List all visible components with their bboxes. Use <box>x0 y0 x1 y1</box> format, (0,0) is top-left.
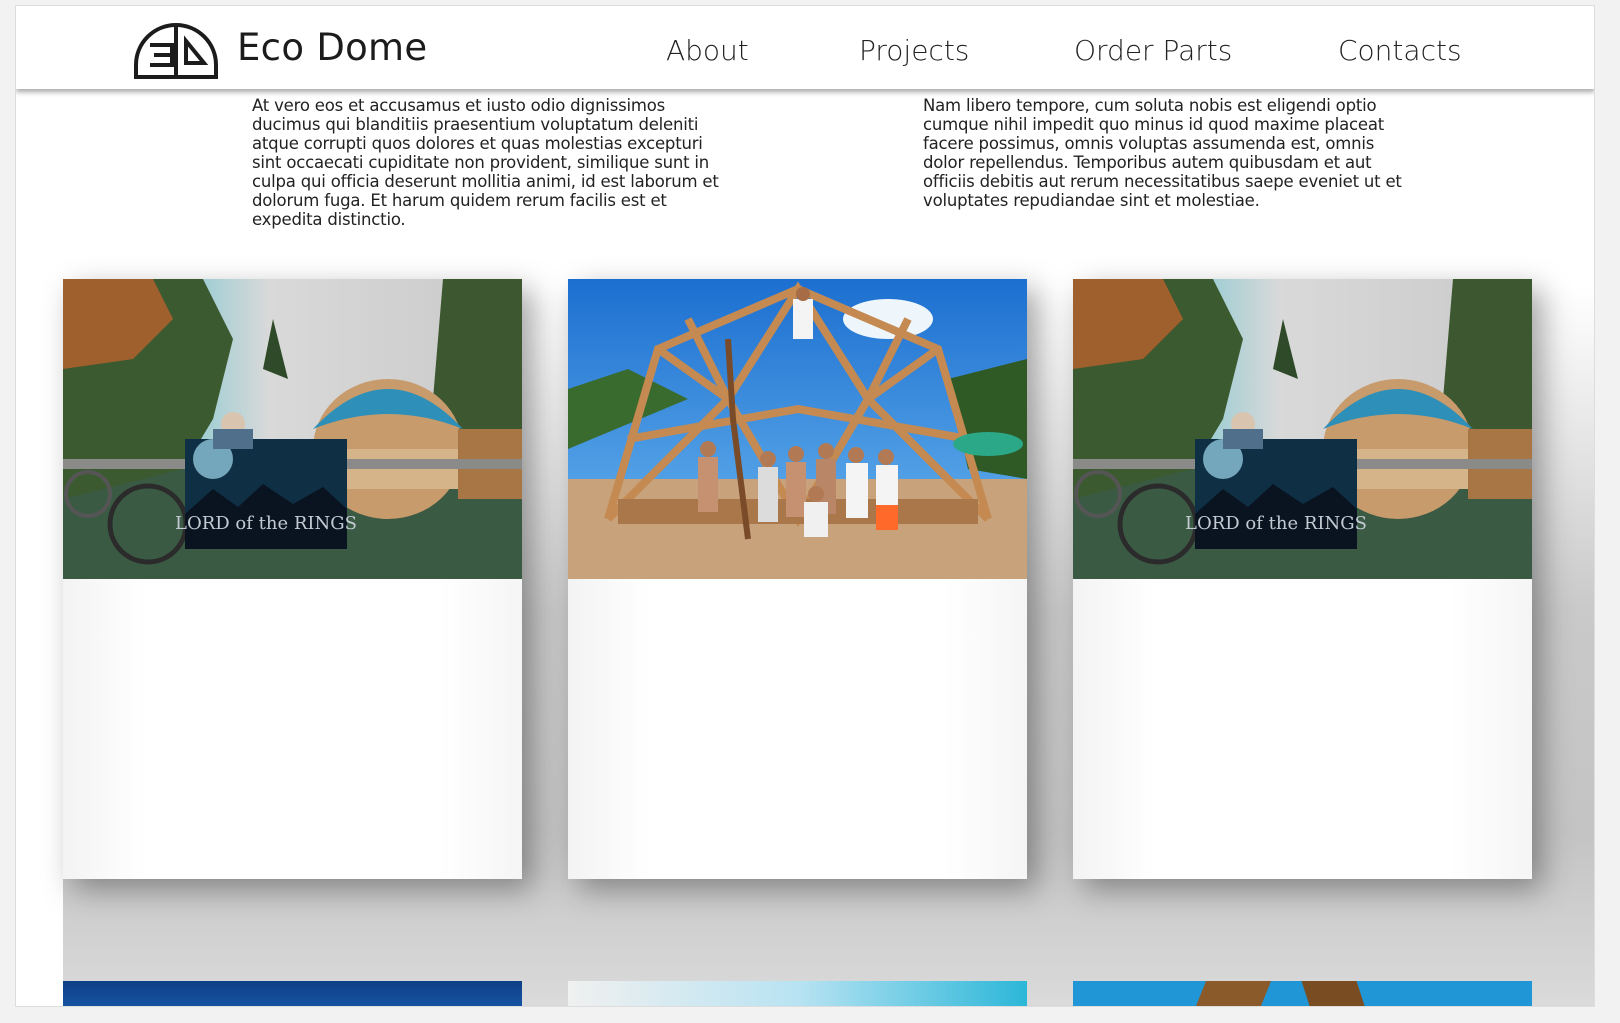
gallery-card[interactable]: LORD of the RINGS <box>1073 279 1532 879</box>
gallery-card[interactable]: LORD of the RINGS <box>63 279 522 879</box>
site-header: Eco Dome About Projects Order Parts Cont… <box>16 6 1594 89</box>
eco-dome-logo-icon[interactable] <box>132 21 220 79</box>
dome-festival-photo[interactable]: LORD of the RINGS <box>63 279 522 579</box>
nav-order-parts[interactable]: Order Parts <box>1074 34 1232 67</box>
intro-text-right: Nam libero tempore, cum soluta nobis est… <box>923 96 1402 210</box>
dome-construction-team-photo[interactable] <box>568 279 1027 579</box>
card-body <box>568 579 1027 879</box>
brand-name[interactable]: Eco Dome <box>237 26 427 69</box>
sign-text: LORD of the RINGS <box>175 513 357 534</box>
intro-text-left: At vero eos et accusamus et iusto odio d… <box>252 96 719 229</box>
gallery-card-image[interactable] <box>568 981 1027 1006</box>
nav-projects[interactable]: Projects <box>859 34 969 67</box>
browser-viewport: Eco Dome About Projects Order Parts Cont… <box>15 5 1595 1007</box>
sign-text: LORD of the RINGS <box>1185 513 1367 534</box>
gallery-card-image[interactable] <box>63 981 522 1006</box>
nav-contacts[interactable]: Contacts <box>1338 34 1462 67</box>
card-body <box>1073 579 1532 879</box>
dome-festival-photo[interactable]: LORD of the RINGS <box>1073 279 1532 579</box>
nav-about[interactable]: About <box>666 34 749 67</box>
gallery-card-image[interactable] <box>1073 981 1532 1006</box>
gallery-card[interactable] <box>568 279 1027 879</box>
card-body <box>63 579 522 879</box>
